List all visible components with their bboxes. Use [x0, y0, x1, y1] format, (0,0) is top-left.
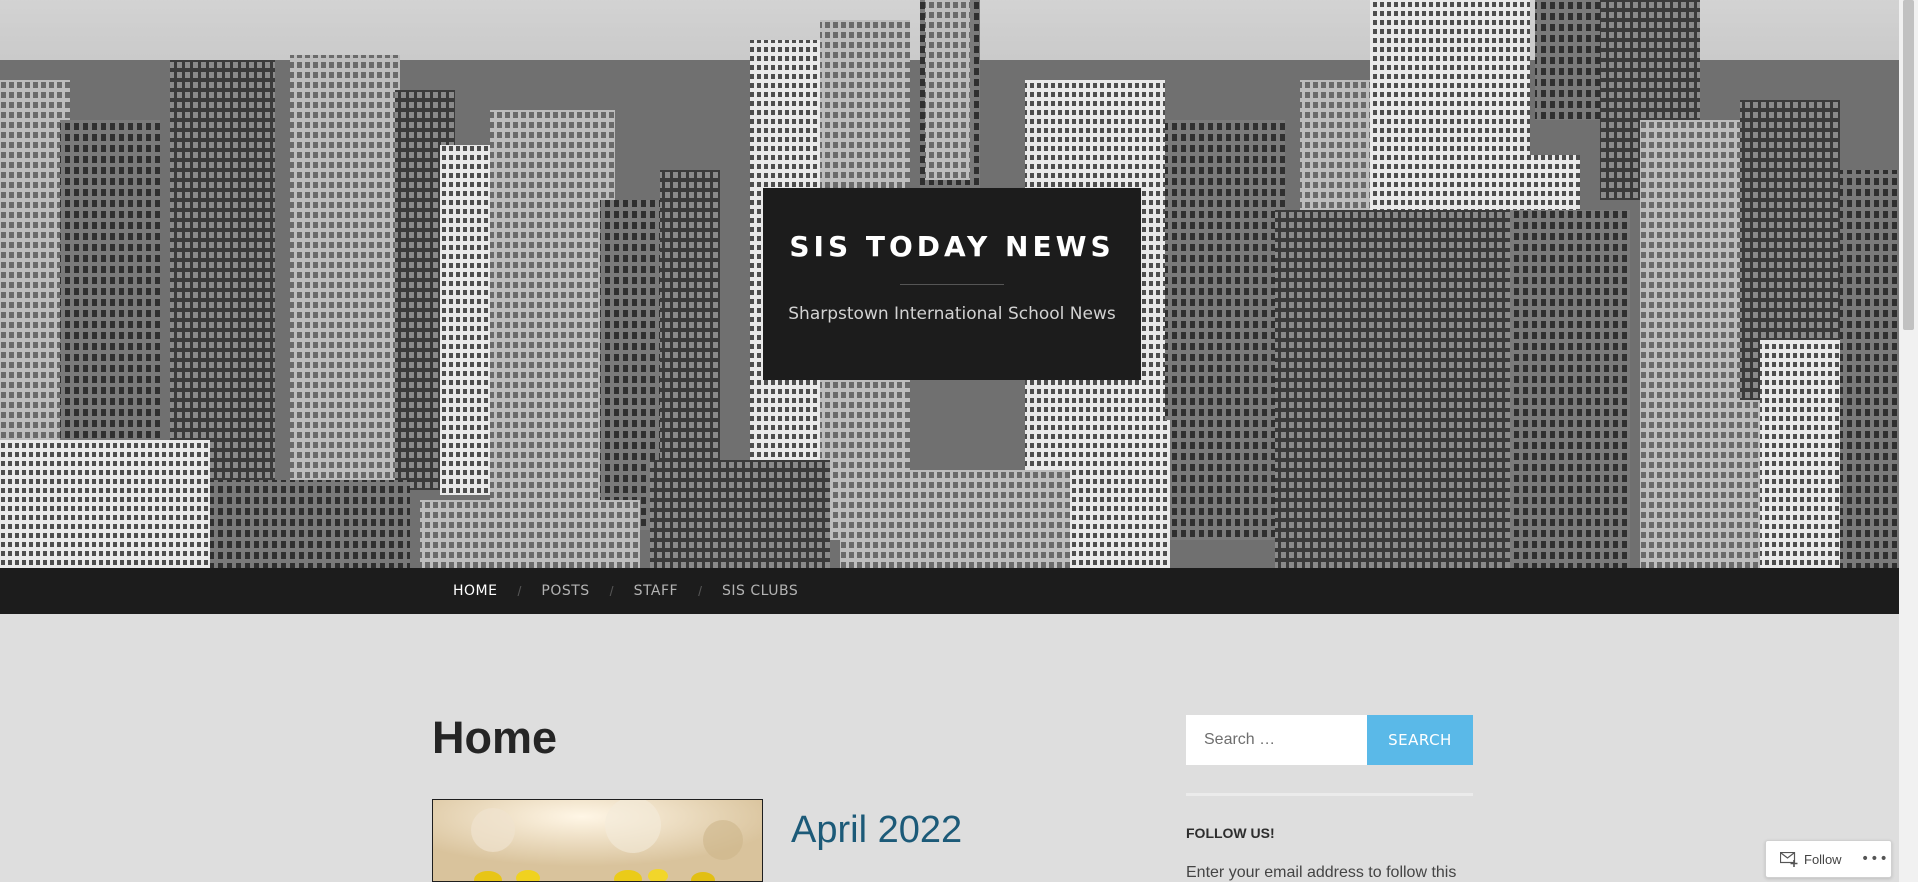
post-thumbnail[interactable]: [432, 799, 763, 882]
nav-separator: /: [609, 583, 614, 599]
main-navigation: HOME / POSTS / STAFF / SIS CLUBS: [0, 568, 1918, 614]
nav-item-posts[interactable]: POSTS: [541, 583, 589, 599]
site-title[interactable]: SIS TODAY NEWS: [763, 230, 1141, 263]
header-image: SIS TODAY NEWS Sharpstown International …: [0, 0, 1918, 568]
search-button[interactable]: SEARCH: [1367, 715, 1473, 765]
flowers-thumbnail-image: [433, 800, 762, 881]
follow-bar: Follow •••: [1765, 840, 1892, 878]
site-branding: SIS TODAY NEWS Sharpstown International …: [763, 188, 1141, 380]
scrollbar-thumb[interactable]: [1903, 0, 1914, 330]
follow-widget-text: Enter your email address to follow this: [1186, 864, 1457, 881]
more-icon[interactable]: •••: [1861, 851, 1889, 867]
search-input[interactable]: [1186, 715, 1367, 765]
page-title: Home: [432, 712, 558, 763]
site-description: Sharpstown International School News: [788, 304, 1116, 324]
follow-widget-title: FOLLOW US!: [1186, 825, 1275, 841]
nav-separator: /: [517, 583, 522, 599]
title-separator: [900, 284, 1004, 285]
nav-menu: HOME / POSTS / STAFF / SIS CLUBS: [453, 568, 798, 614]
nav-separator: /: [698, 583, 702, 599]
follow-button[interactable]: Follow: [1804, 852, 1842, 867]
nav-item-sis-clubs[interactable]: SIS CLUBS: [722, 583, 798, 599]
nav-item-home[interactable]: HOME: [453, 583, 497, 599]
follow-icon[interactable]: [1779, 851, 1798, 873]
post-title-link[interactable]: April 2022: [791, 809, 962, 852]
nav-item-staff[interactable]: STAFF: [634, 583, 679, 599]
page: SIS TODAY NEWS Sharpstown International …: [0, 0, 1918, 882]
sidebar-divider: [1186, 793, 1473, 796]
